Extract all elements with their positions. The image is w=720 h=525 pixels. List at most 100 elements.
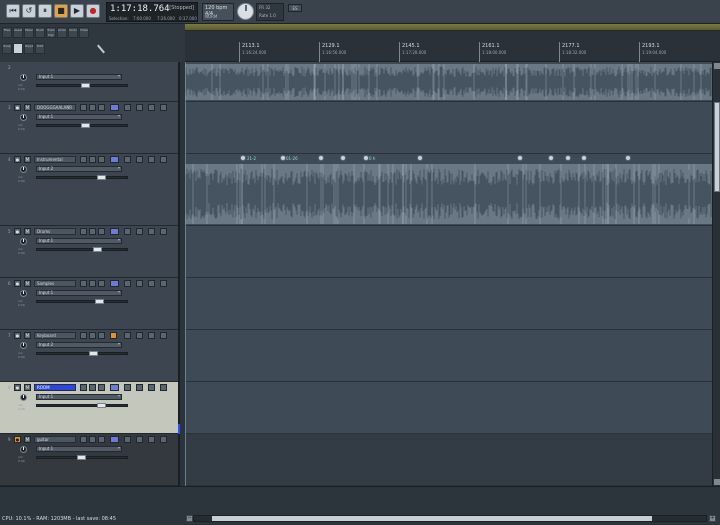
pan-knob[interactable] — [20, 342, 27, 349]
audio-clip[interactable] — [185, 64, 712, 100]
track-name-field[interactable]: DOOGGGAALANR — [34, 104, 76, 111]
mute-button[interactable]: M — [24, 436, 31, 443]
fx-button[interactable] — [98, 156, 105, 163]
stretch-marker[interactable] — [625, 155, 631, 161]
tool-files[interactable]: Files — [2, 27, 12, 38]
env-button[interactable] — [124, 228, 131, 235]
track-lane[interactable] — [185, 278, 712, 330]
record-arm-button[interactable]: ● — [14, 332, 21, 339]
track-header[interactable]: 2 vol 0.00 Input 1 — [0, 62, 178, 102]
volume-fader[interactable] — [36, 455, 128, 460]
volume-fader[interactable] — [36, 247, 128, 252]
loop-region-bar[interactable] — [185, 24, 720, 31]
zoom-out-icon[interactable]: − — [186, 515, 193, 522]
mute-button[interactable]: M — [24, 228, 31, 235]
tool-track-mgr[interactable]: Track Mgr — [46, 27, 56, 38]
track-lane[interactable] — [185, 62, 712, 102]
trim-button[interactable] — [148, 436, 155, 443]
track-name-field[interactable]: Drums — [34, 228, 76, 235]
trim-button[interactable] — [148, 384, 155, 391]
mute-button[interactable]: M — [24, 332, 31, 339]
trim-button[interactable] — [148, 228, 155, 235]
tool-actions[interactable]: Actions — [57, 27, 67, 38]
fx-button[interactable] — [98, 104, 105, 111]
stretch-marker[interactable] — [548, 155, 554, 161]
fader-handle[interactable] — [95, 299, 104, 304]
tool-mixer[interactable]: Mixer — [24, 27, 34, 38]
input-select[interactable]: Input 2 — [36, 342, 122, 348]
zoom-in-icon[interactable]: + — [709, 515, 716, 522]
mute-button[interactable]: M — [24, 384, 31, 391]
tool-assets[interactable]: Assets — [13, 27, 23, 38]
solo-button[interactable] — [80, 280, 87, 287]
phase-button[interactable] — [89, 228, 96, 235]
extra-button[interactable]: ES — [288, 4, 302, 12]
pan-knob[interactable] — [20, 394, 27, 401]
sends-button[interactable] — [160, 280, 167, 287]
input-monitor-button[interactable] — [110, 156, 119, 163]
fx-button[interactable] — [98, 384, 105, 391]
fx-button[interactable] — [98, 228, 105, 235]
master-volume-knob[interactable] — [237, 3, 254, 20]
fx-button[interactable] — [98, 436, 105, 443]
io-button[interactable] — [136, 384, 143, 391]
track-lane[interactable] — [185, 382, 712, 434]
time-display[interactable]: 1:17:18.764 [Stopped] Selection: 7:00.00… — [106, 2, 198, 22]
fader-handle[interactable] — [97, 403, 106, 408]
tool-snap[interactable]: Snap — [2, 43, 12, 54]
stretch-marker[interactable] — [581, 155, 587, 161]
record-button[interactable]: ● — [86, 4, 100, 18]
phase-button[interactable] — [89, 280, 96, 287]
env-button[interactable] — [124, 384, 131, 391]
volume-fader[interactable] — [36, 83, 128, 88]
pan-knob[interactable] — [20, 74, 27, 81]
input-select[interactable]: Input 1 — [36, 394, 122, 400]
trim-button[interactable] — [148, 156, 155, 163]
io-button[interactable] — [136, 436, 143, 443]
tool-undo[interactable]: Undo — [68, 27, 78, 38]
track-name-field[interactable]: guitar — [34, 436, 76, 443]
io-button[interactable] — [136, 228, 143, 235]
horizontal-scrollbar[interactable] — [193, 515, 707, 522]
input-select[interactable]: Input 1 — [36, 290, 122, 296]
fader-handle[interactable] — [97, 175, 106, 180]
input-monitor-button[interactable] — [110, 384, 119, 391]
rate-display[interactable]: FR 32 Rate 1.0 — [256, 3, 284, 21]
fader-handle[interactable] — [81, 123, 90, 128]
stretch-marker[interactable] — [240, 155, 246, 161]
pan-knob[interactable] — [20, 238, 27, 245]
track-header[interactable]: 5 ● M Drums vol 0.00 Input 1 — [0, 226, 178, 278]
io-button[interactable] — [136, 332, 143, 339]
fader-handle[interactable] — [93, 247, 102, 252]
mute-button[interactable]: M — [24, 156, 31, 163]
volume-fader[interactable] — [36, 123, 128, 128]
track-header[interactable]: 3 ● M DOOGGGAALANR vol 0.00 Input 1 — [0, 102, 178, 154]
pause-button[interactable]: ⏸ — [38, 4, 52, 18]
phase-button[interactable] — [89, 104, 96, 111]
volume-fader[interactable] — [36, 175, 128, 180]
input-select[interactable]: Input 1 — [36, 238, 122, 244]
input-select[interactable]: Input 1 — [36, 74, 122, 80]
tool-routing[interactable]: Routing — [35, 27, 45, 38]
phase-button[interactable] — [89, 332, 96, 339]
input-monitor-button[interactable] — [110, 228, 119, 235]
fx-button[interactable] — [98, 280, 105, 287]
audio-clip[interactable] — [185, 164, 712, 224]
env-button[interactable] — [124, 436, 131, 443]
sends-button[interactable] — [160, 104, 167, 111]
pan-knob[interactable] — [20, 166, 27, 173]
stretch-marker[interactable] — [565, 155, 571, 161]
input-monitor-button[interactable] — [110, 332, 117, 339]
volume-fader[interactable] — [36, 299, 128, 304]
timeline-ruler[interactable]: 2113.1 1:16:24.000 2129.1 1:16:56.000 2145.1… — [185, 24, 720, 62]
track-header[interactable]: 6 ● M Samples vol 0.00 Input 1 — [0, 278, 178, 330]
volume-fader[interactable] — [36, 351, 128, 356]
track-lane[interactable] — [185, 434, 712, 486]
track-name-field[interactable]: ROOM — [34, 384, 76, 391]
input-monitor-button[interactable] — [110, 280, 119, 287]
solo-button[interactable] — [80, 332, 87, 339]
tool-grid[interactable]: Grid — [13, 43, 23, 54]
pan-knob[interactable] — [20, 446, 27, 453]
record-arm-button[interactable]: ● — [14, 104, 21, 111]
solo-button[interactable] — [80, 104, 87, 111]
